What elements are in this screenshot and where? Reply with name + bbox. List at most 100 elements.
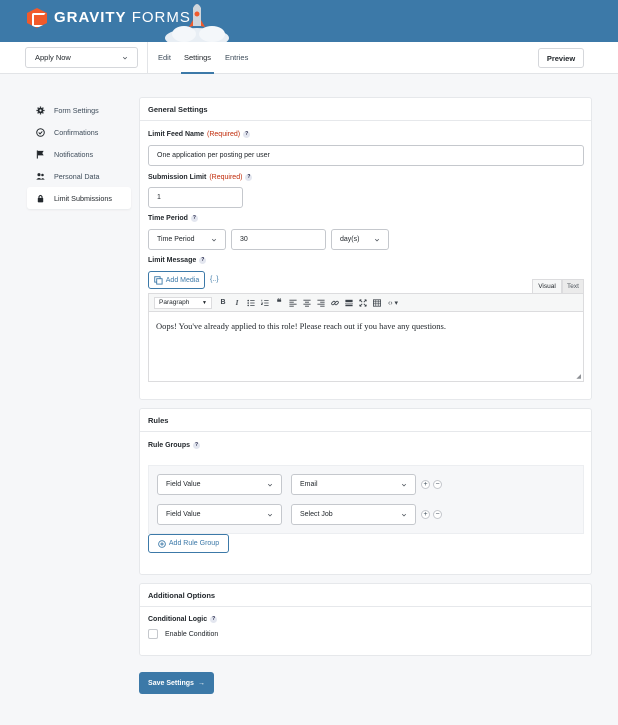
time-period-value-input[interactable]: 30 (231, 229, 326, 250)
add-rule-icon[interactable]: + (421, 510, 430, 519)
rules-panel: Rules Rule Groups ? Field Value Email + … (139, 408, 592, 575)
paragraph-format-select[interactable]: Paragraph ▼ (154, 296, 212, 309)
gravity-forms-logo-icon (27, 8, 47, 28)
tab-edit[interactable]: Edit (158, 42, 171, 74)
nav-divider (147, 42, 148, 74)
chevron-down-icon (374, 238, 380, 241)
form-switcher-select[interactable]: Apply Now (25, 47, 138, 68)
feed-name-label-text: Limit Feed Name (148, 131, 205, 138)
help-icon[interactable]: ? (210, 616, 218, 623)
align-center-icon[interactable] (300, 297, 314, 309)
panel-title: Rules (140, 409, 591, 432)
resize-handle-icon[interactable]: ◢ (576, 373, 581, 380)
limit-message-label-text: Limit Message (148, 257, 197, 264)
link-icon[interactable] (328, 297, 342, 309)
align-left-icon[interactable] (286, 297, 300, 309)
sidebar-item-limit-submissions[interactable]: Limit Submissions (27, 187, 131, 209)
rule-value-select[interactable]: Email (291, 474, 416, 495)
rule-field-select[interactable]: Field Value (157, 504, 282, 525)
tab-entries[interactable]: Entries (225, 42, 248, 74)
align-right-icon[interactable] (314, 297, 328, 309)
feed-name-input[interactable]: One application per posting per user (148, 145, 584, 166)
time-unit-select[interactable]: day(s) (331, 229, 389, 250)
enable-condition-checkbox[interactable] (148, 629, 158, 639)
chevron-down-icon (401, 513, 407, 516)
flag-icon (36, 149, 44, 159)
conditional-logic-label-text: Conditional Logic (148, 616, 208, 623)
code-icon[interactable]: ‹› ▾ (384, 297, 402, 309)
chevron-down-icon (211, 238, 217, 241)
rule-groups-label-text: Rule Groups (148, 442, 191, 449)
panel-title: General Settings (140, 98, 591, 121)
limit-message-editor[interactable]: Oops! You've already applied to this rol… (148, 312, 584, 382)
sidebar-item-notifications[interactable]: Notifications (27, 143, 131, 165)
gear-icon (36, 105, 45, 115)
enable-condition-label: Enable Condition (165, 631, 219, 638)
time-unit-value: day(s) (340, 236, 360, 243)
chevron-down-icon (122, 56, 128, 59)
toolbar-toggle-icon[interactable] (370, 297, 384, 309)
time-period-label-text: Time Period (148, 215, 188, 222)
rule-value-select[interactable]: Select Job (291, 504, 416, 525)
time-period-select[interactable]: Time Period (148, 229, 226, 250)
bullet-list-icon[interactable] (244, 297, 258, 309)
tab-visual[interactable]: Visual (532, 279, 562, 293)
numbered-list-icon[interactable] (258, 297, 272, 309)
additional-options-panel: Additional Options Conditional Logic ? E… (139, 583, 592, 656)
settings-sidebar: Form Settings Confirmations Notification… (27, 99, 131, 209)
read-more-icon[interactable] (342, 297, 356, 309)
arrow-right-icon: → (197, 679, 205, 687)
submission-limit-label: Submission Limit (Required) ? (148, 174, 253, 181)
submission-limit-label-text: Submission Limit (148, 174, 207, 181)
sidebar-item-label: Form Settings (54, 105, 99, 115)
merge-tag-button[interactable]: {..} (210, 276, 219, 283)
rule-group: Field Value Email + − Field Value Select… (148, 465, 584, 534)
rule-field-value: Field Value (166, 511, 201, 518)
sidebar-item-form-settings[interactable]: Form Settings (27, 99, 131, 121)
help-icon[interactable]: ? (199, 257, 207, 264)
sidebar-item-label: Confirmations (54, 127, 99, 137)
top-bar: GRAVITY FORMS (0, 0, 618, 42)
tab-text[interactable]: Text (562, 279, 584, 293)
preview-button[interactable]: Preview (538, 48, 584, 68)
limit-message-text: Oops! You've already applied to this rol… (156, 321, 446, 331)
settings-nav-bar: Apply Now Edit Settings Entries Preview (0, 42, 618, 74)
required-indicator: (Required) (207, 131, 241, 138)
required-indicator: (Required) (209, 174, 243, 181)
check-circle-icon (36, 127, 45, 137)
help-icon[interactable]: ? (243, 131, 251, 138)
remove-rule-icon[interactable]: − (433, 480, 442, 489)
feed-name-label: Limit Feed Name (Required) ? (148, 131, 251, 138)
form-switcher-value: Apply Now (35, 53, 71, 62)
italic-icon[interactable]: I (230, 297, 244, 309)
add-rule-icon[interactable]: + (421, 480, 430, 489)
help-icon[interactable]: ? (190, 215, 198, 222)
help-icon[interactable]: ? (245, 174, 253, 181)
bold-icon[interactable]: B (216, 297, 230, 309)
blockquote-icon[interactable]: ❝ (272, 297, 286, 309)
rocket-illustration-icon (165, 4, 229, 42)
help-icon[interactable]: ? (193, 442, 201, 449)
sidebar-item-confirmations[interactable]: Confirmations (27, 121, 131, 143)
general-settings-panel: General Settings Limit Feed Name (Requir… (139, 97, 592, 400)
rule-field-select[interactable]: Field Value (157, 474, 282, 495)
submission-limit-input[interactable]: 1 (148, 187, 243, 208)
add-rule-group-button[interactable]: Add Rule Group (148, 534, 229, 553)
sidebar-item-personal-data[interactable]: Personal Data (27, 165, 131, 187)
add-rule-group-label: Add Rule Group (168, 540, 220, 547)
save-settings-label: Save Settings (148, 679, 194, 687)
tab-settings[interactable]: Settings (181, 42, 214, 74)
fullscreen-icon[interactable] (356, 297, 370, 309)
sidebar-item-label: Limit Submissions (54, 193, 112, 203)
panel-title: Additional Options (140, 584, 591, 607)
plus-circle-icon (158, 539, 166, 548)
save-settings-button[interactable]: Save Settings → (139, 672, 214, 694)
users-icon (36, 172, 45, 180)
rule-value: Email (300, 481, 318, 488)
sidebar-item-label: Notifications (54, 149, 94, 159)
add-media-button[interactable]: Add Media (148, 271, 205, 289)
remove-rule-icon[interactable]: − (433, 510, 442, 519)
rule-value: Select Job (300, 511, 333, 518)
chevron-down-icon (267, 483, 273, 486)
sidebar-item-label: Personal Data (54, 171, 100, 181)
